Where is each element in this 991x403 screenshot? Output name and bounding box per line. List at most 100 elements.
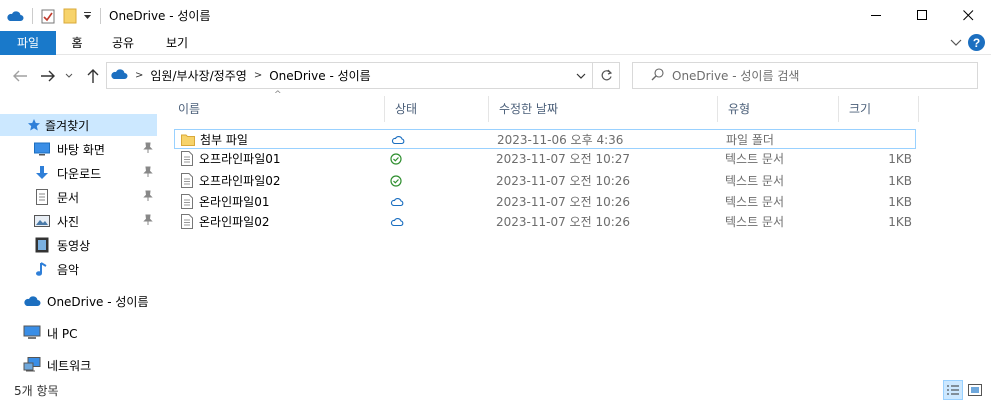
sidebar-item-label: 음악 — [57, 262, 80, 277]
sidebar-item-desktop[interactable]: 바탕 화면 — [0, 138, 157, 160]
onedrive-cloud-icon — [6, 10, 24, 22]
expand-ribbon-icon[interactable] — [950, 36, 962, 50]
sidebar-item-onedrive[interactable]: OneDrive - 성이름 — [0, 290, 157, 312]
sidebar-item-label: 네트워크 — [47, 358, 92, 373]
cloud-status-icon — [390, 212, 404, 232]
file-size: 1KB — [888, 152, 912, 166]
sidebar-item-this-pc[interactable]: 내 PC — [0, 322, 157, 344]
arrow-up-icon — [87, 69, 99, 83]
address-bar[interactable]: > 임원/부사장/정주영 > OneDrive - 성이름 — [106, 62, 620, 89]
sidebar-item-label: 즐겨찾기 — [45, 118, 90, 133]
sidebar-item-music[interactable]: 음악 — [0, 258, 157, 280]
toolbar-divider — [32, 7, 33, 24]
customize-toolbar-icon[interactable] — [83, 11, 92, 21]
desktop-icon — [33, 140, 51, 158]
recent-locations-button[interactable] — [62, 66, 76, 86]
tab-view[interactable]: 보기 — [158, 31, 196, 55]
large-icons-view-icon — [968, 384, 982, 396]
item-count: 5개 항목 — [14, 384, 59, 398]
breadcrumb-item-path[interactable]: 임원/부사장/정주영 — [150, 67, 246, 84]
pin-icon — [143, 190, 153, 205]
breadcrumb: > 임원/부사장/정주영 > OneDrive - 성이름 — [107, 63, 371, 88]
file-size: 1KB — [888, 195, 912, 209]
pin-icon — [143, 142, 153, 157]
details-view-button[interactable] — [943, 380, 963, 400]
column-header-size[interactable]: 크기 — [839, 96, 919, 122]
table-row[interactable]: 오프라인파일02 2023-11-07 오전 10:26 텍스트 문서 1KB — [174, 171, 916, 191]
up-button[interactable] — [83, 66, 103, 86]
file-type: 텍스트 문서 — [725, 195, 785, 209]
file-name: 오프라인파일02 — [199, 174, 281, 188]
file-type: 텍스트 문서 — [725, 152, 785, 166]
new-folder-icon[interactable] — [63, 8, 77, 24]
tab-home[interactable]: 홈 — [60, 31, 94, 55]
table-row[interactable]: 온라인파일01 2023-11-07 오전 10:26 텍스트 문서 1KB — [174, 192, 916, 212]
network-icon — [23, 356, 41, 374]
sidebar-item-videos[interactable]: 동영상 — [0, 234, 157, 256]
column-header-type[interactable]: 유형 — [718, 96, 839, 122]
maximize-button[interactable] — [899, 0, 945, 31]
sidebar-item-label: OneDrive - 성이름 — [47, 294, 149, 309]
sidebar-item-downloads[interactable]: 다운로드 — [0, 162, 157, 184]
column-header-status[interactable]: 상태 — [385, 96, 489, 122]
search-icon — [651, 67, 664, 84]
music-note-icon — [33, 260, 51, 278]
document-icon — [33, 188, 51, 206]
back-button[interactable] — [10, 66, 30, 86]
table-row[interactable]: 첨부 파일 2023-11-06 오후 4:36 파일 폴더 — [174, 129, 916, 149]
text-file-icon — [181, 149, 193, 169]
sidebar-item-label: 다운로드 — [57, 166, 102, 181]
column-label: 이름 — [178, 102, 201, 116]
forward-button[interactable] — [38, 66, 58, 86]
large-icons-view-button[interactable] — [965, 380, 985, 400]
breadcrumb-item-current[interactable]: OneDrive - 성이름 — [269, 67, 371, 84]
date-modified: 2023-11-07 오전 10:26 — [496, 174, 631, 188]
address-history-button[interactable] — [570, 63, 592, 88]
close-icon — [962, 10, 973, 21]
ribbon-right-controls: ? — [950, 34, 985, 51]
text-file-icon — [181, 171, 193, 191]
folder-icon — [181, 130, 195, 150]
navigation-pane: 즐겨찾기 바탕 화면 다운로드 문서 사진 동영상 음악 OneDrive - … — [0, 96, 160, 376]
file-type: 텍스트 문서 — [725, 215, 785, 229]
help-button[interactable]: ? — [968, 34, 985, 51]
chevron-right-icon: > — [135, 70, 144, 81]
column-header-date[interactable]: 수정한 날짜 — [489, 96, 718, 122]
onedrive-cloud-icon — [110, 68, 128, 83]
sidebar-item-quick-access[interactable]: 즐겨찾기 — [0, 114, 157, 136]
search-box[interactable]: OneDrive - 성이름 검색 — [632, 62, 978, 89]
synced-check-icon — [390, 171, 402, 191]
tab-share[interactable]: 공유 — [104, 31, 142, 55]
date-modified: 2023-11-06 오후 4:36 — [497, 133, 624, 147]
file-size — [847, 130, 913, 150]
refresh-button[interactable] — [592, 63, 619, 88]
window-title: OneDrive - 성이름 — [109, 9, 211, 23]
minimize-button[interactable] — [853, 0, 899, 31]
cloud-status-icon — [390, 192, 404, 212]
column-header-name[interactable]: 이름 ^ — [168, 90, 385, 122]
file-list: 이름 ^ 상태 수정한 날짜 유형 크기 첨부 파일 2023-11-06 오후… — [168, 90, 991, 376]
date-modified: 2023-11-07 오전 10:27 — [496, 152, 631, 166]
table-row[interactable]: 온라인파일02 2023-11-07 오전 10:26 텍스트 문서 1KB — [174, 212, 916, 232]
text-file-icon — [181, 192, 193, 212]
sidebar-item-network[interactable]: 네트워크 — [0, 354, 157, 376]
close-button[interactable] — [945, 0, 991, 31]
window-controls — [853, 0, 991, 31]
sidebar-item-documents[interactable]: 문서 — [0, 186, 157, 208]
arrow-right-icon — [41, 70, 55, 82]
file-name: 온라인파일01 — [199, 195, 270, 209]
title-bar: OneDrive - 성이름 — [0, 0, 991, 31]
sidebar-item-label: 문서 — [57, 190, 80, 205]
sidebar-item-pictures[interactable]: 사진 — [0, 210, 157, 232]
table-row[interactable]: 오프라인파일01 2023-11-07 오전 10:27 텍스트 문서 1KB — [174, 149, 916, 169]
sort-ascending-icon: ^ — [274, 90, 282, 100]
chevron-down-icon — [65, 73, 73, 78]
picture-icon — [33, 212, 51, 230]
synced-check-icon — [390, 149, 402, 169]
properties-icon[interactable] — [41, 8, 55, 24]
search-input[interactable]: OneDrive - 성이름 검색 — [672, 67, 799, 84]
sidebar-item-label: 내 PC — [47, 326, 78, 341]
refresh-icon — [601, 69, 612, 81]
sidebar-item-label: 바탕 화면 — [57, 142, 105, 157]
tab-file[interactable]: 파일 — [0, 31, 56, 55]
